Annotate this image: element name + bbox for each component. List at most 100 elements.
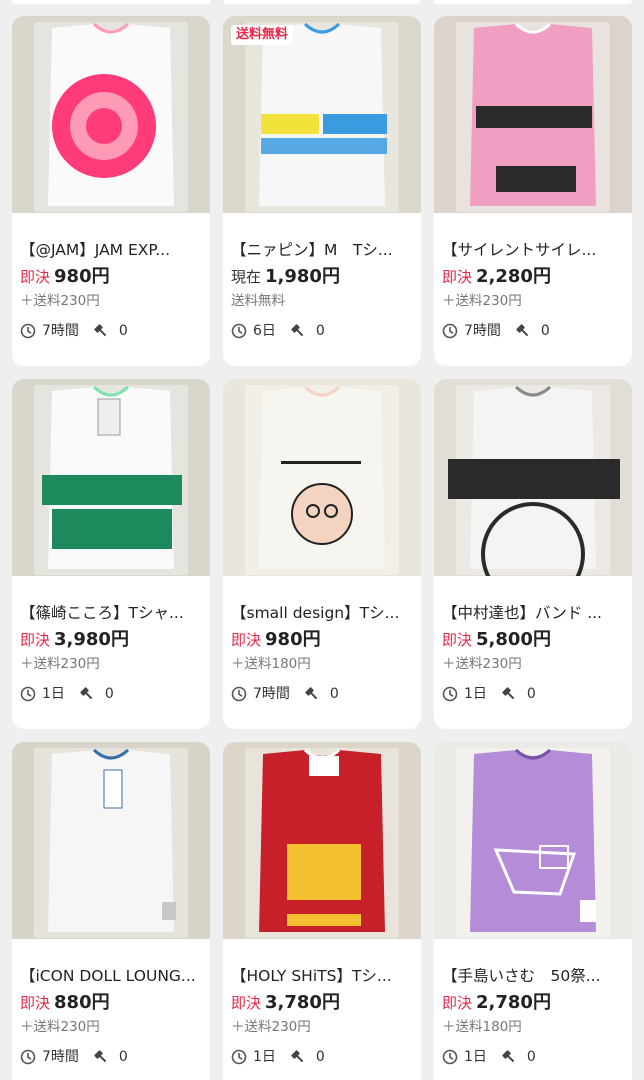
clock-icon	[442, 1049, 458, 1065]
listing-title[interactable]: 【@JAM】JAM EXP...	[20, 239, 202, 261]
listing-title[interactable]: 【iCON DOLL LOUNG...	[20, 965, 202, 987]
listing-card[interactable]: 【中村達也】バンド ... 即決 5,800円 ＋送料230円 1日 0	[434, 379, 632, 729]
clock-icon	[20, 323, 36, 339]
listing-card[interactable]: 【手島いさむ 50祭... 即決 2,780円 ＋送料180円 1日 0	[434, 742, 632, 1080]
gavel-icon	[79, 686, 95, 702]
bid-count: 0	[104, 686, 114, 702]
listing-title[interactable]: 【篠崎こころ】Tシャ...	[20, 602, 202, 624]
card-edge	[433, 0, 633, 4]
price-row: 即決 3,980円	[20, 627, 202, 653]
shipping-fee: ＋送料230円	[20, 656, 100, 672]
tshirt-photo	[223, 742, 421, 939]
tshirt-photo	[223, 16, 421, 213]
gavel-icon	[304, 686, 320, 702]
price-row: 現在 1,980円	[231, 264, 413, 290]
listing-title[interactable]: 【HOLY SHiTS】Tシ...	[231, 965, 413, 987]
previous-row-edge	[0, 0, 644, 4]
tshirt-photo	[12, 16, 210, 213]
price-value: 3,780円	[265, 992, 340, 1013]
shipping-fee: 送料無料	[231, 293, 285, 309]
listing-meta: 1日 0	[231, 1047, 413, 1067]
gavel-icon	[290, 323, 306, 339]
tshirt-photo	[434, 379, 632, 576]
listing-title[interactable]: 【中村達也】バンド ...	[442, 602, 624, 624]
price-value: 880円	[54, 992, 110, 1013]
listing-card[interactable]: 【HOLY SHiTS】Tシ... 即決 3,780円 ＋送料230円 1日 0	[223, 742, 421, 1080]
shipping-fee: ＋送料230円	[20, 1019, 100, 1035]
price-value: 3,980円	[54, 629, 129, 650]
clock-icon	[442, 686, 458, 702]
price-type-label: 即決	[442, 994, 473, 1012]
clock-icon	[20, 1049, 36, 1065]
tshirt-photo	[434, 742, 632, 939]
product-thumbnail[interactable]	[12, 379, 210, 576]
product-thumbnail[interactable]	[223, 379, 421, 576]
listing-card[interactable]: 【篠崎こころ】Tシャ... 即決 3,980円 ＋送料230円 1日 0	[12, 379, 210, 729]
gavel-icon	[93, 323, 109, 339]
product-thumbnail[interactable]	[434, 742, 632, 939]
price-value: 5,800円	[476, 629, 551, 650]
price-value: 980円	[265, 629, 321, 650]
listing-meta: 1日 0	[20, 684, 202, 704]
listing-card[interactable]: 【iCON DOLL LOUNG... 即決 880円 ＋送料230円 7時間 0	[12, 742, 210, 1080]
gavel-icon	[93, 1049, 109, 1065]
time-remaining: 1日	[42, 686, 65, 702]
product-thumbnail[interactable]	[12, 742, 210, 939]
free-shipping-tag: 送料無料	[231, 25, 294, 45]
listing-card[interactable]: 【@JAM】JAM EXP... 即決 980円 ＋送料230円 7時間 0	[12, 16, 210, 366]
product-thumbnail[interactable]	[434, 379, 632, 576]
price-type-label: 即決	[20, 268, 51, 286]
clock-icon	[231, 1049, 247, 1065]
price-value: 980円	[54, 266, 110, 287]
price-row: 即決 2,780円	[442, 990, 624, 1016]
price-type-label: 即決	[20, 631, 51, 649]
listing-meta: 6日 0	[231, 321, 413, 341]
listing-meta: 7時間 0	[231, 684, 413, 704]
card-edge	[12, 0, 211, 4]
listing-card[interactable]: 送料無料 【ニァピン】M Tシ... 現在 1,980円 送料無料 6日 0	[223, 16, 421, 366]
listing-meta: 1日 0	[442, 1047, 624, 1067]
price-value: 2,280円	[476, 266, 551, 287]
shipping-fee: ＋送料230円	[231, 1019, 311, 1035]
price-row: 即決 3,780円	[231, 990, 413, 1016]
time-remaining: 1日	[253, 1049, 276, 1065]
time-remaining: 7時間	[464, 323, 501, 339]
product-thumbnail[interactable]	[223, 742, 421, 939]
time-remaining: 7時間	[253, 686, 290, 702]
shipping-fee: ＋送料180円	[442, 1019, 522, 1035]
listing-card[interactable]: 【small design】Tシ... 即決 980円 ＋送料180円 7時間 0	[223, 379, 421, 729]
listing-page: 【@JAM】JAM EXP... 即決 980円 ＋送料230円 7時間 0 送…	[0, 0, 644, 1080]
bid-count: 0	[315, 1049, 325, 1065]
listing-title[interactable]: 【ニァピン】M Tシ...	[231, 239, 413, 261]
listing-card[interactable]: 【サイレントサイレ... 即決 2,280円 ＋送料230円 7時間 0	[434, 16, 632, 366]
gavel-icon	[290, 1049, 306, 1065]
price-type-label: 即決	[231, 631, 262, 649]
product-thumbnail[interactable]	[434, 16, 632, 213]
gavel-icon	[501, 686, 517, 702]
clock-icon	[231, 323, 247, 339]
listing-title[interactable]: 【small design】Tシ...	[231, 602, 413, 624]
bid-count: 0	[540, 323, 550, 339]
price-row: 即決 980円	[231, 627, 413, 653]
clock-icon	[442, 323, 458, 339]
product-thumbnail[interactable]	[12, 16, 210, 213]
shipping-fee: ＋送料230円	[20, 293, 100, 309]
time-remaining: 7時間	[42, 1049, 79, 1065]
bid-count: 0	[526, 1049, 536, 1065]
price-row: 即決 980円	[20, 264, 202, 290]
tshirt-photo	[12, 742, 210, 939]
price-type-label: 現在	[231, 268, 262, 286]
price-value: 2,780円	[476, 992, 551, 1013]
bid-count: 0	[315, 323, 325, 339]
price-type-label: 即決	[20, 994, 51, 1012]
listing-meta: 7時間 0	[442, 321, 624, 341]
card-edge	[222, 0, 422, 4]
product-thumbnail[interactable]: 送料無料	[223, 16, 421, 213]
listing-title[interactable]: 【サイレントサイレ...	[442, 239, 624, 261]
tshirt-photo	[223, 379, 421, 576]
bid-count: 0	[329, 686, 339, 702]
time-remaining: 7時間	[42, 323, 79, 339]
listing-title[interactable]: 【手島いさむ 50祭...	[442, 965, 624, 987]
listing-meta: 7時間 0	[20, 321, 202, 341]
time-remaining: 1日	[464, 686, 487, 702]
